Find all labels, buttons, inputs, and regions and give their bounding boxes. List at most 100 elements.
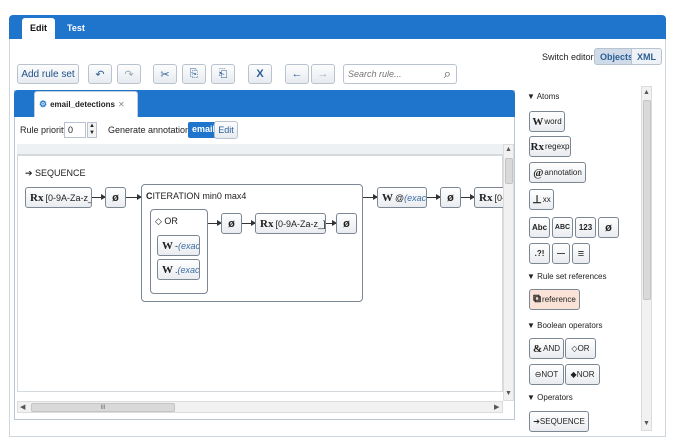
palette-word[interactable]: Wword	[529, 111, 565, 132]
regex-icon: Rx	[530, 140, 544, 153]
boolean-operators-section[interactable]: ▼ Boolean operators	[527, 321, 603, 330]
palette-reference[interactable]: ⧉ reference	[529, 289, 580, 310]
palette-abc[interactable]: Abc	[529, 217, 550, 238]
operators-section[interactable]: ▼ Operators	[527, 393, 573, 402]
regex-node-3[interactable]: Rx[0-9	[474, 187, 503, 208]
redo-button[interactable]: ↷	[117, 64, 141, 84]
regex-node-2[interactable]: Rx [0-9A-Za-z_]+	[255, 213, 326, 234]
palette-lines[interactable]: ≡	[572, 243, 590, 264]
word-icon: W	[162, 239, 173, 252]
add-rule-set-button[interactable]: Add rule set	[17, 64, 79, 84]
word-icon: W	[532, 115, 544, 128]
forward-button[interactable]: →	[311, 64, 335, 84]
word-node-dash-mode: (exact)	[178, 240, 200, 251]
palette-xx-label: xx	[542, 195, 551, 204]
palette-number[interactable]: 123	[575, 217, 596, 238]
empty-node-4[interactable]: ø	[440, 187, 461, 208]
palette-nor[interactable]: ◆ NOR	[565, 364, 600, 385]
sequence-icon: ➔	[533, 417, 540, 426]
palette-scroll-thumb[interactable]	[643, 100, 651, 300]
canvas-top-strip	[17, 144, 503, 155]
palette-and-label: AND	[543, 344, 561, 353]
copy-button[interactable]: ⎘	[182, 64, 206, 84]
connector	[126, 194, 142, 200]
word-icon: W	[382, 191, 393, 204]
palette-and[interactable]: & AND	[529, 338, 564, 359]
priority-stepper[interactable]: ▲ ▼	[87, 122, 97, 138]
switch-editor-label: Switch editor	[542, 52, 594, 62]
palette-dash[interactable]: —	[552, 243, 570, 264]
edit-annotations-button[interactable]: Edit	[214, 121, 238, 139]
word-node-dot-mode: (exact)	[177, 264, 200, 275]
tab-test[interactable]: Test	[59, 18, 93, 39]
empty-node-2[interactable]: ø	[221, 213, 242, 234]
paste-button[interactable]: ⎗	[211, 64, 235, 84]
editor-tab-email-detections[interactable]: ⚙ email_detections ✕	[34, 91, 138, 117]
palette-regexp[interactable]: Rx regexp	[529, 136, 571, 157]
word-node-at-value: @	[395, 192, 405, 203]
palette-scroll-up-icon[interactable]: ▲	[643, 89, 650, 96]
scroll-left-icon[interactable]: ◀	[20, 403, 25, 411]
connector	[208, 220, 222, 226]
palette-annotation-label: annotation	[544, 168, 582, 177]
palette-or-label: OR	[577, 344, 590, 353]
word-icon: W	[162, 263, 173, 276]
boolean-operators-label: Boolean operators	[537, 321, 603, 330]
word-node-dot[interactable]: W.(exact)	[157, 259, 200, 280]
horizontal-scroll-thumb[interactable]: III	[31, 403, 175, 412]
palette-punctuation[interactable]: .?!	[529, 243, 550, 264]
tab-edit[interactable]: Edit	[22, 18, 55, 39]
word-node-at-mode: (exact)	[404, 192, 427, 203]
scissors-icon: ✂	[160, 68, 170, 81]
back-button[interactable]: ←	[285, 64, 309, 84]
empty-node-3[interactable]: ø	[336, 213, 357, 234]
arrow-right-icon: →	[317, 68, 329, 80]
palette-not[interactable]: ⊖ NOT	[529, 364, 564, 385]
empty-node-1[interactable]: ø	[105, 187, 126, 208]
word-node-at[interactable]: W@(exact)	[377, 187, 427, 208]
generate-annotations-label: Generate annotations:	[108, 125, 198, 135]
vertical-scroll-thumb[interactable]	[505, 158, 513, 184]
iteration-text: ITERATION min0 max4	[152, 191, 247, 201]
connector	[242, 220, 256, 226]
xml-toggle[interactable]: XML	[631, 48, 662, 65]
delete-button[interactable]: X	[248, 64, 272, 84]
regex-node-1[interactable]: Rx[0-9A-Za-z_]+	[25, 187, 92, 208]
rule-set-references-label: Rule set references	[537, 272, 607, 281]
palette-sequence-label: SEQUENCE	[539, 417, 585, 426]
regex-icon: Rx	[30, 191, 44, 204]
palette-case[interactable]: ABC	[552, 217, 573, 238]
scroll-down-icon[interactable]: ▼	[505, 390, 512, 397]
undo-button[interactable]: ↶	[88, 64, 112, 84]
word-node-dash[interactable]: W-(exact)	[157, 235, 200, 256]
palette-annotation[interactable]: @ annotation	[529, 162, 586, 183]
close-tab-icon[interactable]: ✕	[118, 100, 125, 109]
search-input[interactable]	[348, 65, 436, 83]
atoms-section[interactable]: ▼ Atoms	[527, 92, 559, 101]
connector	[363, 194, 378, 200]
connector	[461, 194, 475, 200]
not-icon: ⊖	[534, 370, 542, 379]
regex-node-1-label: [0-9A-Za-z_]+	[45, 192, 91, 203]
regex-icon: Rx	[479, 191, 493, 204]
rule-priority-label: Rule priority	[20, 125, 69, 135]
palette-empty[interactable]: ø	[598, 217, 619, 238]
palette-sequence[interactable]: ➔ SEQUENCE	[529, 411, 589, 432]
iteration-label: CITERATION min0 max4	[146, 191, 246, 201]
paste-icon: ⎗	[218, 67, 228, 80]
gear-icon: ⚙	[39, 99, 48, 109]
scroll-right-icon[interactable]: ▶	[494, 403, 499, 411]
rule-set-references-section[interactable]: ▼ Rule set references	[527, 272, 607, 281]
palette-reference-label: reference	[542, 295, 576, 304]
palette-or[interactable]: ◇ OR	[565, 338, 596, 359]
palette-xx[interactable]: ⊥ xx	[529, 189, 554, 210]
search-icon[interactable]: ⌕	[444, 66, 451, 82]
scroll-up-icon[interactable]: ▲	[505, 146, 512, 153]
palette-scroll-down-icon[interactable]: ▼	[643, 420, 650, 427]
connector	[326, 220, 337, 226]
palette-word-label: word	[544, 117, 562, 126]
rule-priority-input[interactable]: 0	[64, 122, 86, 138]
cut-button[interactable]: ✂	[153, 64, 177, 84]
reference-icon: ⧉	[533, 293, 542, 305]
search-box: ⌕	[343, 64, 457, 84]
